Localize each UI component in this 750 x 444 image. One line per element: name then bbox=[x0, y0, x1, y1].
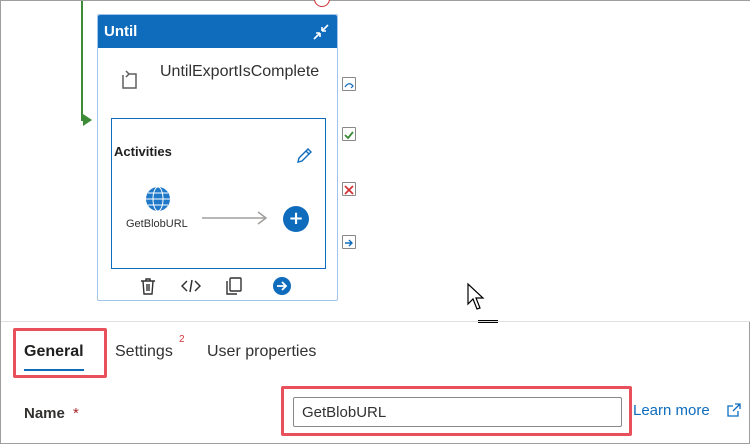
required-marker: * bbox=[73, 405, 79, 422]
tab-settings[interactable]: Settings bbox=[115, 343, 173, 361]
activity-name: UntilExportIsComplete bbox=[160, 63, 320, 80]
inner-activity-label: GetBlobURL bbox=[126, 218, 188, 230]
learn-more-link[interactable]: Learn more bbox=[633, 402, 710, 419]
go-to-activity-icon[interactable] bbox=[272, 276, 292, 296]
flow-arrow-icon bbox=[202, 211, 268, 225]
name-input[interactable] bbox=[293, 397, 622, 427]
until-title: Until bbox=[104, 23, 138, 40]
tab-general[interactable]: General bbox=[24, 343, 84, 361]
web-activity-globe-icon[interactable] bbox=[145, 186, 171, 212]
tab-user-properties[interactable]: User properties bbox=[207, 343, 316, 361]
mouse-cursor-icon bbox=[467, 282, 485, 310]
delete-icon[interactable] bbox=[138, 276, 158, 296]
code-icon[interactable] bbox=[181, 276, 201, 296]
error-badge-icon bbox=[314, 0, 330, 7]
edit-icon[interactable] bbox=[295, 147, 313, 165]
until-activity-card[interactable]: Until UntilExportIsComplete Activities G… bbox=[97, 14, 338, 301]
pipeline-canvas[interactable]: Until UntilExportIsComplete Activities G… bbox=[1, 0, 750, 321]
skip-icon[interactable] bbox=[342, 77, 356, 91]
app-frame: Until UntilExportIsComplete Activities G… bbox=[0, 0, 750, 444]
completion-icon[interactable] bbox=[342, 235, 356, 249]
connector-line bbox=[81, 1, 83, 121]
collapse-icon[interactable] bbox=[311, 22, 331, 42]
activities-label: Activities bbox=[114, 144, 172, 159]
name-field-label: Name bbox=[24, 405, 65, 422]
success-icon[interactable] bbox=[342, 127, 356, 141]
external-link-icon[interactable] bbox=[726, 402, 742, 418]
panel-divider bbox=[1, 321, 750, 322]
copy-icon[interactable] bbox=[224, 276, 244, 296]
until-header: Until bbox=[98, 15, 337, 48]
connector-arrow-icon bbox=[83, 114, 92, 126]
activities-container[interactable]: Activities GetBlobURL + bbox=[111, 118, 326, 269]
settings-error-count-badge: 2 bbox=[179, 334, 185, 345]
active-tab-indicator bbox=[24, 369, 84, 371]
failure-icon[interactable] bbox=[342, 182, 356, 196]
add-activity-button[interactable]: + bbox=[283, 206, 309, 232]
until-loop-icon bbox=[122, 70, 137, 89]
card-toolbar bbox=[98, 274, 337, 298]
